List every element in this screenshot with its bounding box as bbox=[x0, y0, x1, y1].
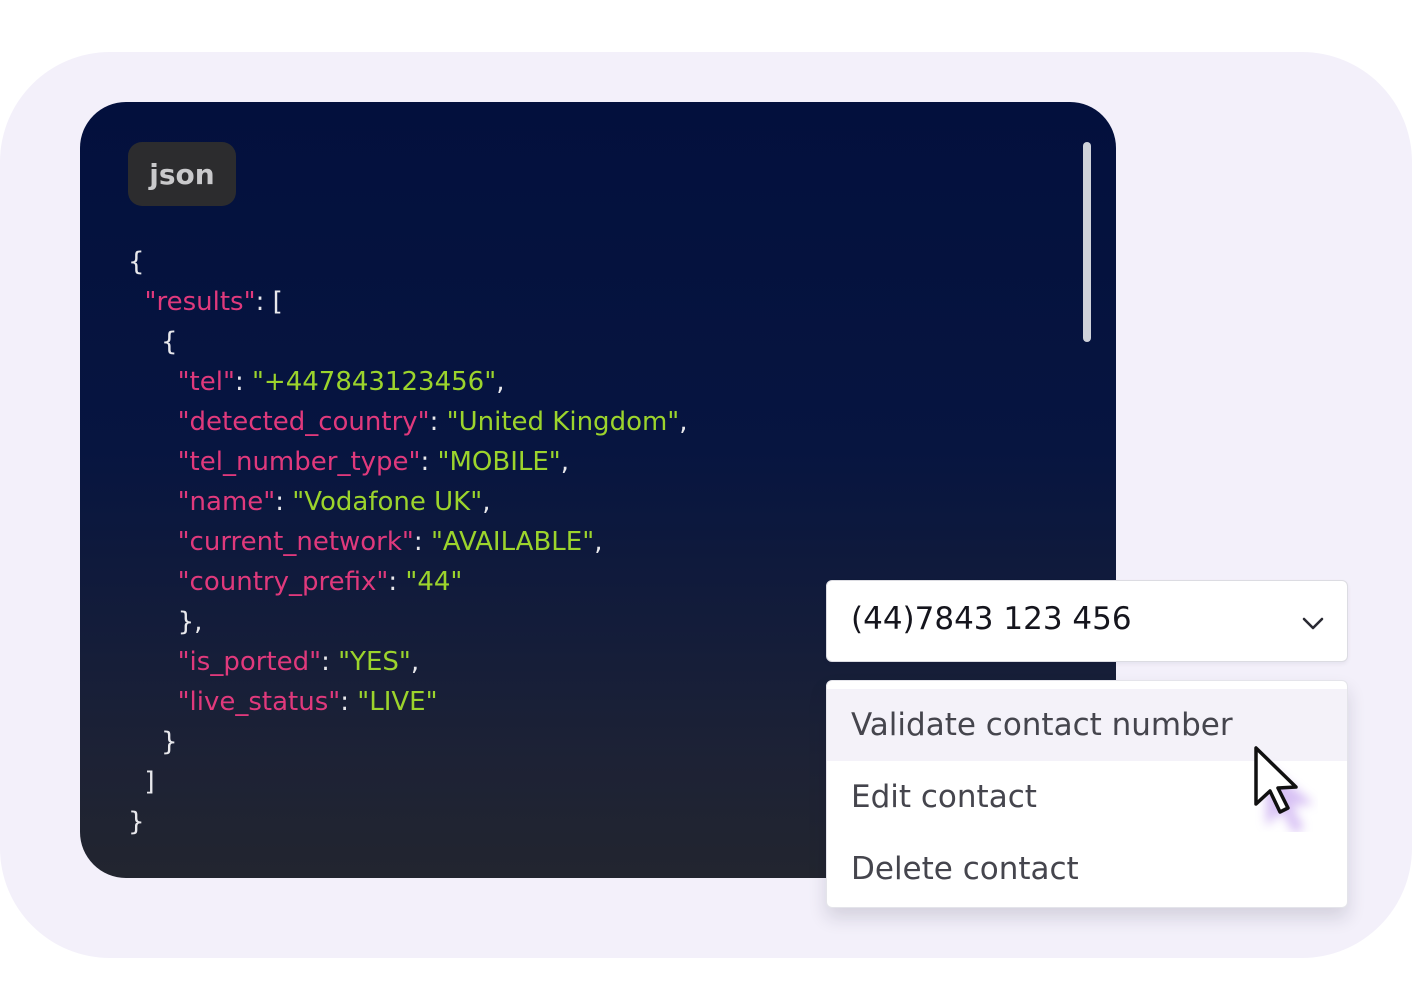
json-punctuation: , bbox=[496, 367, 505, 397]
json-punctuation: { bbox=[128, 327, 178, 357]
json-punctuation bbox=[128, 287, 145, 317]
phone-number-value: (44)7843 123 456 bbox=[851, 601, 1132, 637]
json-punctuation: : bbox=[234, 367, 252, 397]
code-line: ] bbox=[128, 762, 688, 802]
code-line: "name": "Vodafone UK", bbox=[128, 482, 688, 522]
code-line: "results": [ bbox=[128, 282, 688, 322]
json-key: "live_status" bbox=[177, 687, 341, 717]
json-punctuation: , bbox=[482, 487, 491, 517]
json-punctuation: : bbox=[275, 487, 293, 517]
code-line: "country_prefix": "44" bbox=[128, 562, 688, 602]
code-line: { bbox=[128, 242, 688, 282]
json-punctuation: : bbox=[420, 447, 438, 477]
json-punctuation: : bbox=[321, 647, 339, 677]
json-punctuation: : bbox=[429, 407, 447, 437]
json-punctuation bbox=[128, 687, 178, 717]
json-punctuation bbox=[128, 367, 178, 397]
json-punctuation: } bbox=[128, 807, 145, 837]
code-line: "tel_number_type": "MOBILE", bbox=[128, 442, 688, 482]
json-punctuation bbox=[128, 527, 178, 557]
json-key: "tel" bbox=[177, 367, 235, 397]
json-string: "MOBILE" bbox=[437, 447, 561, 477]
chevron-down-icon[interactable] bbox=[1301, 611, 1325, 635]
json-key: "current_network" bbox=[177, 527, 414, 557]
json-string: "YES" bbox=[338, 647, 411, 677]
json-punctuation: }, bbox=[128, 607, 203, 637]
code-line: { bbox=[128, 322, 688, 362]
json-punctuation: ] bbox=[128, 767, 155, 797]
code-line: "is_ported": "YES", bbox=[128, 642, 688, 682]
json-punctuation: } bbox=[128, 727, 178, 757]
code-line: "detected_country": "United Kingdom", bbox=[128, 402, 688, 442]
json-punctuation: : bbox=[340, 687, 358, 717]
json-string: "44" bbox=[405, 567, 463, 597]
json-string: "AVAILABLE" bbox=[430, 527, 595, 557]
code-line: } bbox=[128, 802, 688, 842]
code-line: }, bbox=[128, 602, 688, 642]
json-code-block: { "results": [ { "tel": "+447843123456",… bbox=[128, 242, 688, 842]
json-punctuation: { bbox=[128, 247, 145, 277]
json-key: "detected_country" bbox=[177, 407, 430, 437]
code-scrollbar[interactable] bbox=[1083, 142, 1091, 342]
phone-number-select[interactable]: (44)7843 123 456 bbox=[826, 580, 1348, 662]
json-punctuation: , bbox=[594, 527, 603, 557]
json-string: "+447843123456" bbox=[251, 367, 497, 397]
json-string: "LIVE" bbox=[357, 687, 438, 717]
json-punctuation bbox=[128, 647, 178, 677]
menu-item-delete-contact[interactable]: Delete contact bbox=[827, 833, 1347, 905]
json-key: "name" bbox=[177, 487, 276, 517]
json-punctuation bbox=[128, 487, 178, 517]
json-string: "United Kingdom" bbox=[446, 407, 680, 437]
json-punctuation: : bbox=[413, 527, 431, 557]
language-badge: json bbox=[128, 142, 236, 206]
json-punctuation: , bbox=[560, 447, 570, 477]
code-line: "tel": "+447843123456", bbox=[128, 362, 688, 402]
code-line: "live_status": "LIVE" bbox=[128, 682, 688, 722]
json-punctuation: , bbox=[410, 647, 420, 677]
json-punctuation bbox=[128, 407, 178, 437]
json-string: "Vodafone UK" bbox=[292, 487, 483, 517]
json-punctuation: : bbox=[388, 567, 406, 597]
code-line: "current_network": "AVAILABLE", bbox=[128, 522, 688, 562]
json-punctuation bbox=[128, 447, 178, 477]
json-punctuation: : [ bbox=[255, 287, 283, 317]
json-key: "country_prefix" bbox=[177, 567, 389, 597]
cursor-arrow-icon bbox=[1254, 746, 1314, 832]
json-punctuation bbox=[128, 567, 178, 597]
json-key: "is_ported" bbox=[177, 647, 322, 677]
json-key: "results" bbox=[144, 287, 256, 317]
json-punctuation: , bbox=[679, 407, 688, 437]
code-line: } bbox=[128, 722, 688, 762]
json-key: "tel_number_type" bbox=[177, 447, 421, 477]
